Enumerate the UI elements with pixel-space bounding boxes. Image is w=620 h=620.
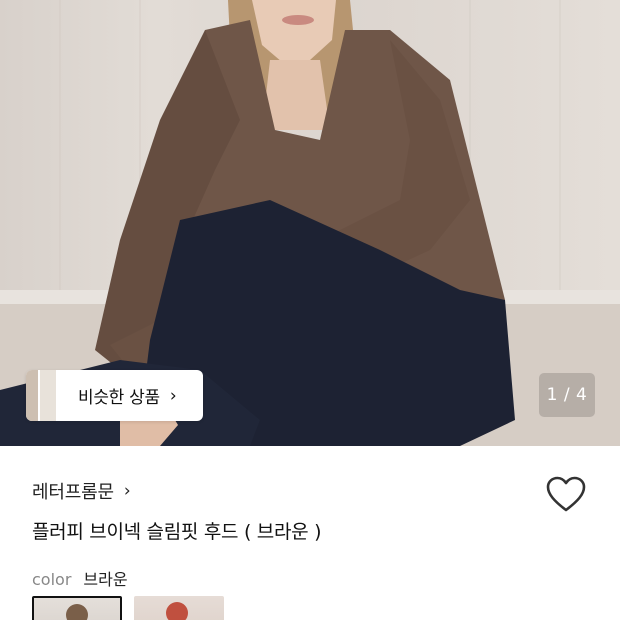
product-image-carousel[interactable]: 비슷한 상품 › 1 / 4 <box>0 0 620 446</box>
color-swatch-list <box>32 596 224 620</box>
color-option-label: color <box>32 570 72 589</box>
image-counter: 1 / 4 <box>539 373 595 417</box>
similar-products-button[interactable]: 비슷한 상품 › <box>26 370 203 421</box>
chevron-right-icon: › <box>123 481 131 501</box>
chevron-right-icon: › <box>169 385 177 406</box>
brand-name: 레터프롬문 <box>32 482 114 503</box>
color-swatch-red[interactable] <box>134 596 224 620</box>
favorite-heart-icon[interactable] <box>546 476 586 514</box>
similar-products-thumbnail <box>26 370 56 421</box>
similar-products-label: 비슷한 상품 <box>78 388 160 408</box>
color-swatch-brown[interactable] <box>32 596 122 620</box>
product-title: 플러피 브이넥 슬림핏 후드 ( 브라운 ) <box>32 521 322 543</box>
color-option-value: 브라운 <box>83 570 128 589</box>
brand-link[interactable]: 레터프롬문 › <box>32 478 131 504</box>
color-option-row: color 브라운 <box>32 566 128 590</box>
